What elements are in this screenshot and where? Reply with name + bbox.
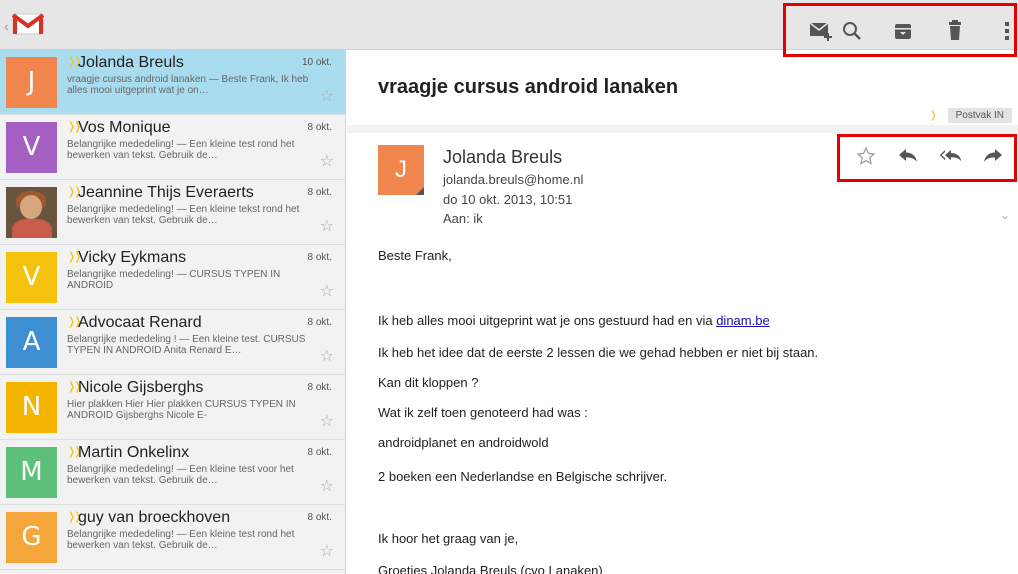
- body-greeting: Beste Frank,: [378, 248, 452, 263]
- conversation-row[interactable]: G ❭❭ guy van broeckhoven 8 okt. Belangrijke …: [0, 505, 345, 570]
- body-line-3: Kan dit kloppen ?: [378, 375, 479, 390]
- message-date: do 10 okt. 2013, 10:51: [443, 192, 573, 207]
- conversation-sender: Vicky Eykmans: [78, 249, 187, 266]
- conversation-snippet: Belangrijke mededeling! — Een kleine tes…: [67, 529, 295, 551]
- body-line-8: Groeties Jolanda Breuls (cvo Lanaken): [378, 563, 603, 574]
- sender-avatar[interactable]: J: [378, 145, 424, 195]
- conversation-date: 8 okt.: [307, 447, 332, 458]
- message-subject: vraagje cursus android lanaken: [378, 76, 679, 98]
- conversation-date: 8 okt.: [307, 252, 332, 263]
- conversation-date: 8 okt.: [307, 382, 332, 393]
- important-marker-icon[interactable]: ❭: [929, 110, 937, 121]
- star-icon[interactable]: ☆: [320, 346, 334, 366]
- conversation-sender: Jolanda Breuls: [78, 54, 184, 71]
- avatar[interactable]: A: [6, 317, 57, 368]
- conversation-sender: guy van broeckhoven: [78, 509, 231, 526]
- star-icon[interactable]: ☆: [320, 86, 334, 106]
- sender-email: jolanda.breuls@home.nl: [443, 172, 584, 187]
- avatar[interactable]: G: [6, 512, 57, 563]
- body-line-7: Ik hoor het graag van je,: [378, 531, 519, 546]
- sender-name: Jolanda Breuls: [443, 147, 563, 167]
- body-line-1-text: Ik heb alles mooi uitgeprint wat je ons …: [378, 313, 717, 328]
- conversation-sender: Jeannine Thijs Everaerts: [78, 184, 254, 201]
- body-line-4: Wat ik zelf toen genoteerd had was :: [378, 405, 588, 420]
- conversation-row[interactable]: M ❭❭ Martin Onkelinx 8 okt. Belangrijke mede…: [0, 440, 345, 505]
- conversation-snippet: Belangrijke mededeling! — CURSUS TYPEN I…: [67, 269, 281, 291]
- conversation-snippet: Belangrijke mededeling! — Een kleine tes…: [67, 464, 294, 486]
- sender-avatar-letter: J: [395, 156, 407, 183]
- avatar[interactable]: V: [6, 252, 57, 303]
- body-link[interactable]: dinam.be: [716, 313, 769, 328]
- avatar[interactable]: M: [6, 447, 57, 498]
- conversation-row[interactable]: N ❭❭ Nicole Gijsberghs 8 okt. Hier plakken H…: [0, 375, 345, 440]
- conversation-date: 8 okt.: [307, 512, 332, 523]
- body-line-1: Ik heb alles mooi uitgeprint wat je ons …: [378, 313, 770, 328]
- conversation-date: 8 okt.: [307, 317, 332, 328]
- star-icon[interactable]: ☆: [320, 411, 334, 431]
- conversation-date: 10 okt.: [301, 57, 332, 68]
- conversation-sender: Vos Monique: [78, 119, 171, 136]
- message-pane: vraagje cursus android lanaken ❭ Postvak…: [347, 50, 1018, 574]
- avatar[interactable]: J: [6, 57, 57, 108]
- star-icon[interactable]: ☆: [320, 476, 334, 496]
- label-area: ❭ Postvak IN: [929, 108, 1012, 123]
- chevron-down-icon[interactable]: ⌄: [1000, 208, 1010, 222]
- conversation-row[interactable]: V ❭❭ Vos Monique 8 okt. Belangrijke mededeli…: [0, 115, 345, 180]
- avatar[interactable]: V: [6, 122, 57, 173]
- conversation-row[interactable]: A ❭❭ Advocaat Renard 8 okt. Belangrijke mede…: [0, 310, 345, 375]
- conversation-sender: Nicole Gijsberghs: [78, 379, 204, 396]
- star-icon[interactable]: ☆: [320, 281, 334, 301]
- star-icon[interactable]: ☆: [320, 216, 334, 236]
- conversation-date: 8 okt.: [307, 122, 332, 133]
- avatar[interactable]: N: [6, 382, 57, 433]
- reply-actions-highlight-box: [837, 134, 1017, 182]
- label-chip[interactable]: Postvak IN: [947, 108, 1012, 123]
- conversation-snippet: Belangrijke mededeling! — Een kleine tes…: [67, 139, 295, 161]
- body-line-2: Ik heb het idee dat de eerste 2 lessen d…: [378, 345, 819, 360]
- divider: [347, 125, 1018, 133]
- gmail-logo[interactable]: [12, 12, 44, 36]
- row-divider: [0, 569, 345, 570]
- body-line-6: 2 boeken een Nederlandse en Belgische sc…: [378, 469, 668, 484]
- back-chevron-icon[interactable]: ‹: [4, 19, 9, 33]
- avatar[interactable]: [6, 187, 57, 238]
- star-icon[interactable]: ☆: [320, 151, 334, 171]
- body-line-5: androidplanet en androidwold: [378, 435, 549, 450]
- actions-highlight-box: [783, 3, 1017, 57]
- avatar-corner: [416, 187, 424, 195]
- subject-bar: vraagje cursus android lanaken ❭ Postvak…: [347, 50, 1018, 127]
- conversation-row[interactable]: ❭❭ Jeannine Thijs Everaerts 8 okt. Belangri…: [0, 180, 345, 245]
- conversation-row[interactable]: J ❭❭ Jolanda Breuls 10 okt. vraagje cursus a…: [0, 50, 345, 115]
- star-icon[interactable]: ☆: [320, 541, 334, 561]
- conversation-sender: Advocaat Renard: [78, 314, 202, 331]
- message-recipient: Aan: ik: [443, 211, 483, 226]
- conversation-row[interactable]: V ❭❭ Vicky Eykmans 8 okt. Belangrijke medede…: [0, 245, 345, 310]
- conversation-sender: Martin Onkelinx: [78, 444, 190, 461]
- conversation-snippet: vraagje cursus android lanaken — Beste F…: [67, 74, 309, 96]
- conversation-snippet: Hier plakken Hier Hier plakken CURSUS TY…: [67, 399, 296, 421]
- conversation-snippet: Belangrijke mededeling! — Een kleine tek…: [67, 204, 300, 226]
- conversation-snippet: Belangrijke mededeling ! — Een kleine te…: [67, 334, 306, 356]
- conversation-list: J ❭❭ Jolanda Breuls 10 okt. vraagje cursus a…: [0, 50, 346, 574]
- conversation-date: 8 okt.: [307, 187, 332, 198]
